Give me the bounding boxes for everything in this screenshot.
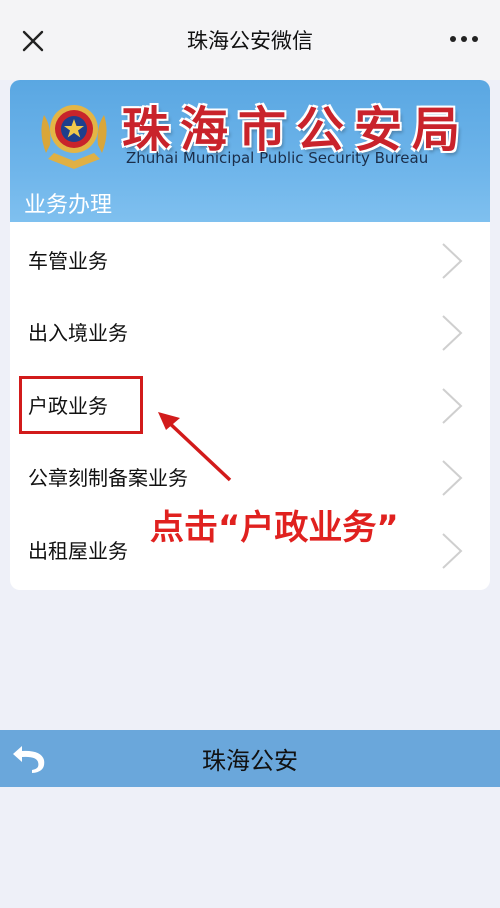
chevron-right-icon: [442, 388, 463, 424]
page-title: 珠海公安微信: [187, 29, 313, 53]
footer-bar: 珠海公安: [0, 730, 500, 787]
menu-item-label: 出租屋业务: [28, 539, 128, 563]
annotation-callout: 点击“户政业务”: [150, 508, 399, 548]
section-heading: 业务办理: [24, 193, 113, 218]
chevron-right-icon: [442, 460, 463, 496]
menu-item-vehicle[interactable]: 车管业务: [10, 223, 490, 295]
back-icon[interactable]: [10, 742, 48, 774]
chevron-right-icon: [442, 315, 463, 351]
more-icon[interactable]: [450, 36, 478, 42]
highlight-box: [19, 376, 143, 434]
title-bar: 珠海公安微信: [0, 0, 500, 80]
menu-item-label: 出入境业务: [28, 321, 128, 345]
menu-item-label: 车管业务: [28, 249, 108, 273]
chevron-right-icon: [442, 533, 463, 569]
bureau-banner: 珠海市公安局 Zhuhai Municipal Public Security …: [10, 80, 490, 222]
annotation-arrow: [158, 412, 232, 482]
menu-item-exit-entry[interactable]: 出入境业务: [10, 295, 490, 367]
police-emblem: [41, 105, 107, 169]
bureau-name-en: Zhuhai Municipal Public Security Bureau: [126, 149, 429, 167]
footer-title: 珠海公安: [202, 747, 298, 775]
chevron-right-icon: [442, 243, 463, 279]
close-icon[interactable]: [22, 30, 44, 52]
